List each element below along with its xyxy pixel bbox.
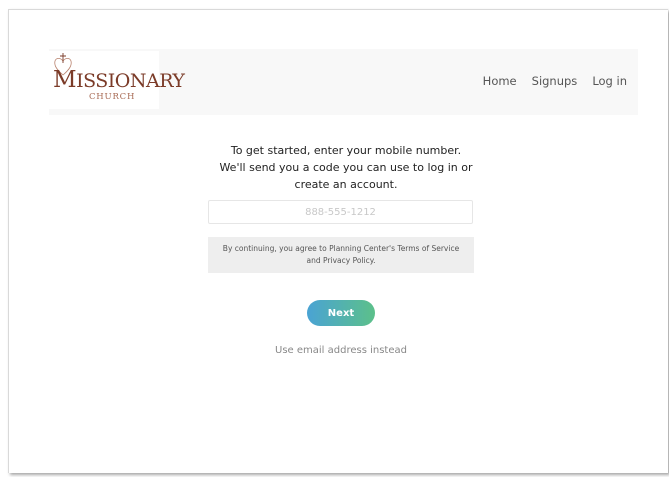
use-email-link[interactable]: Use email address instead <box>249 345 433 356</box>
mobile-number-input[interactable] <box>208 200 473 224</box>
nav-home[interactable]: Home <box>483 74 517 88</box>
intro-line-1: To get started, enter your mobile number… <box>230 144 462 157</box>
church-logo[interactable]: MISSIONARY CHURCH <box>49 51 185 109</box>
intro-line-2: We'll send you a code you can use to log… <box>219 161 473 191</box>
site-header: MISSIONARY CHURCH Home Signups Log in <box>49 49 638 115</box>
logo-wordmark: MISSIONARY <box>53 67 185 93</box>
terms-notice: By continuing, you agree to Planning Cen… <box>208 237 474 273</box>
nav-signups[interactable]: Signups <box>532 74 578 88</box>
next-button[interactable]: Next <box>307 300 375 326</box>
browser-frame: MISSIONARY CHURCH Home Signups Log in To… <box>8 9 668 473</box>
nav-log-in[interactable]: Log in <box>592 74 627 88</box>
intro-text: To get started, enter your mobile number… <box>205 142 487 193</box>
top-nav: Home Signups Log in <box>483 74 627 88</box>
logo-subtitle: CHURCH <box>89 92 136 102</box>
